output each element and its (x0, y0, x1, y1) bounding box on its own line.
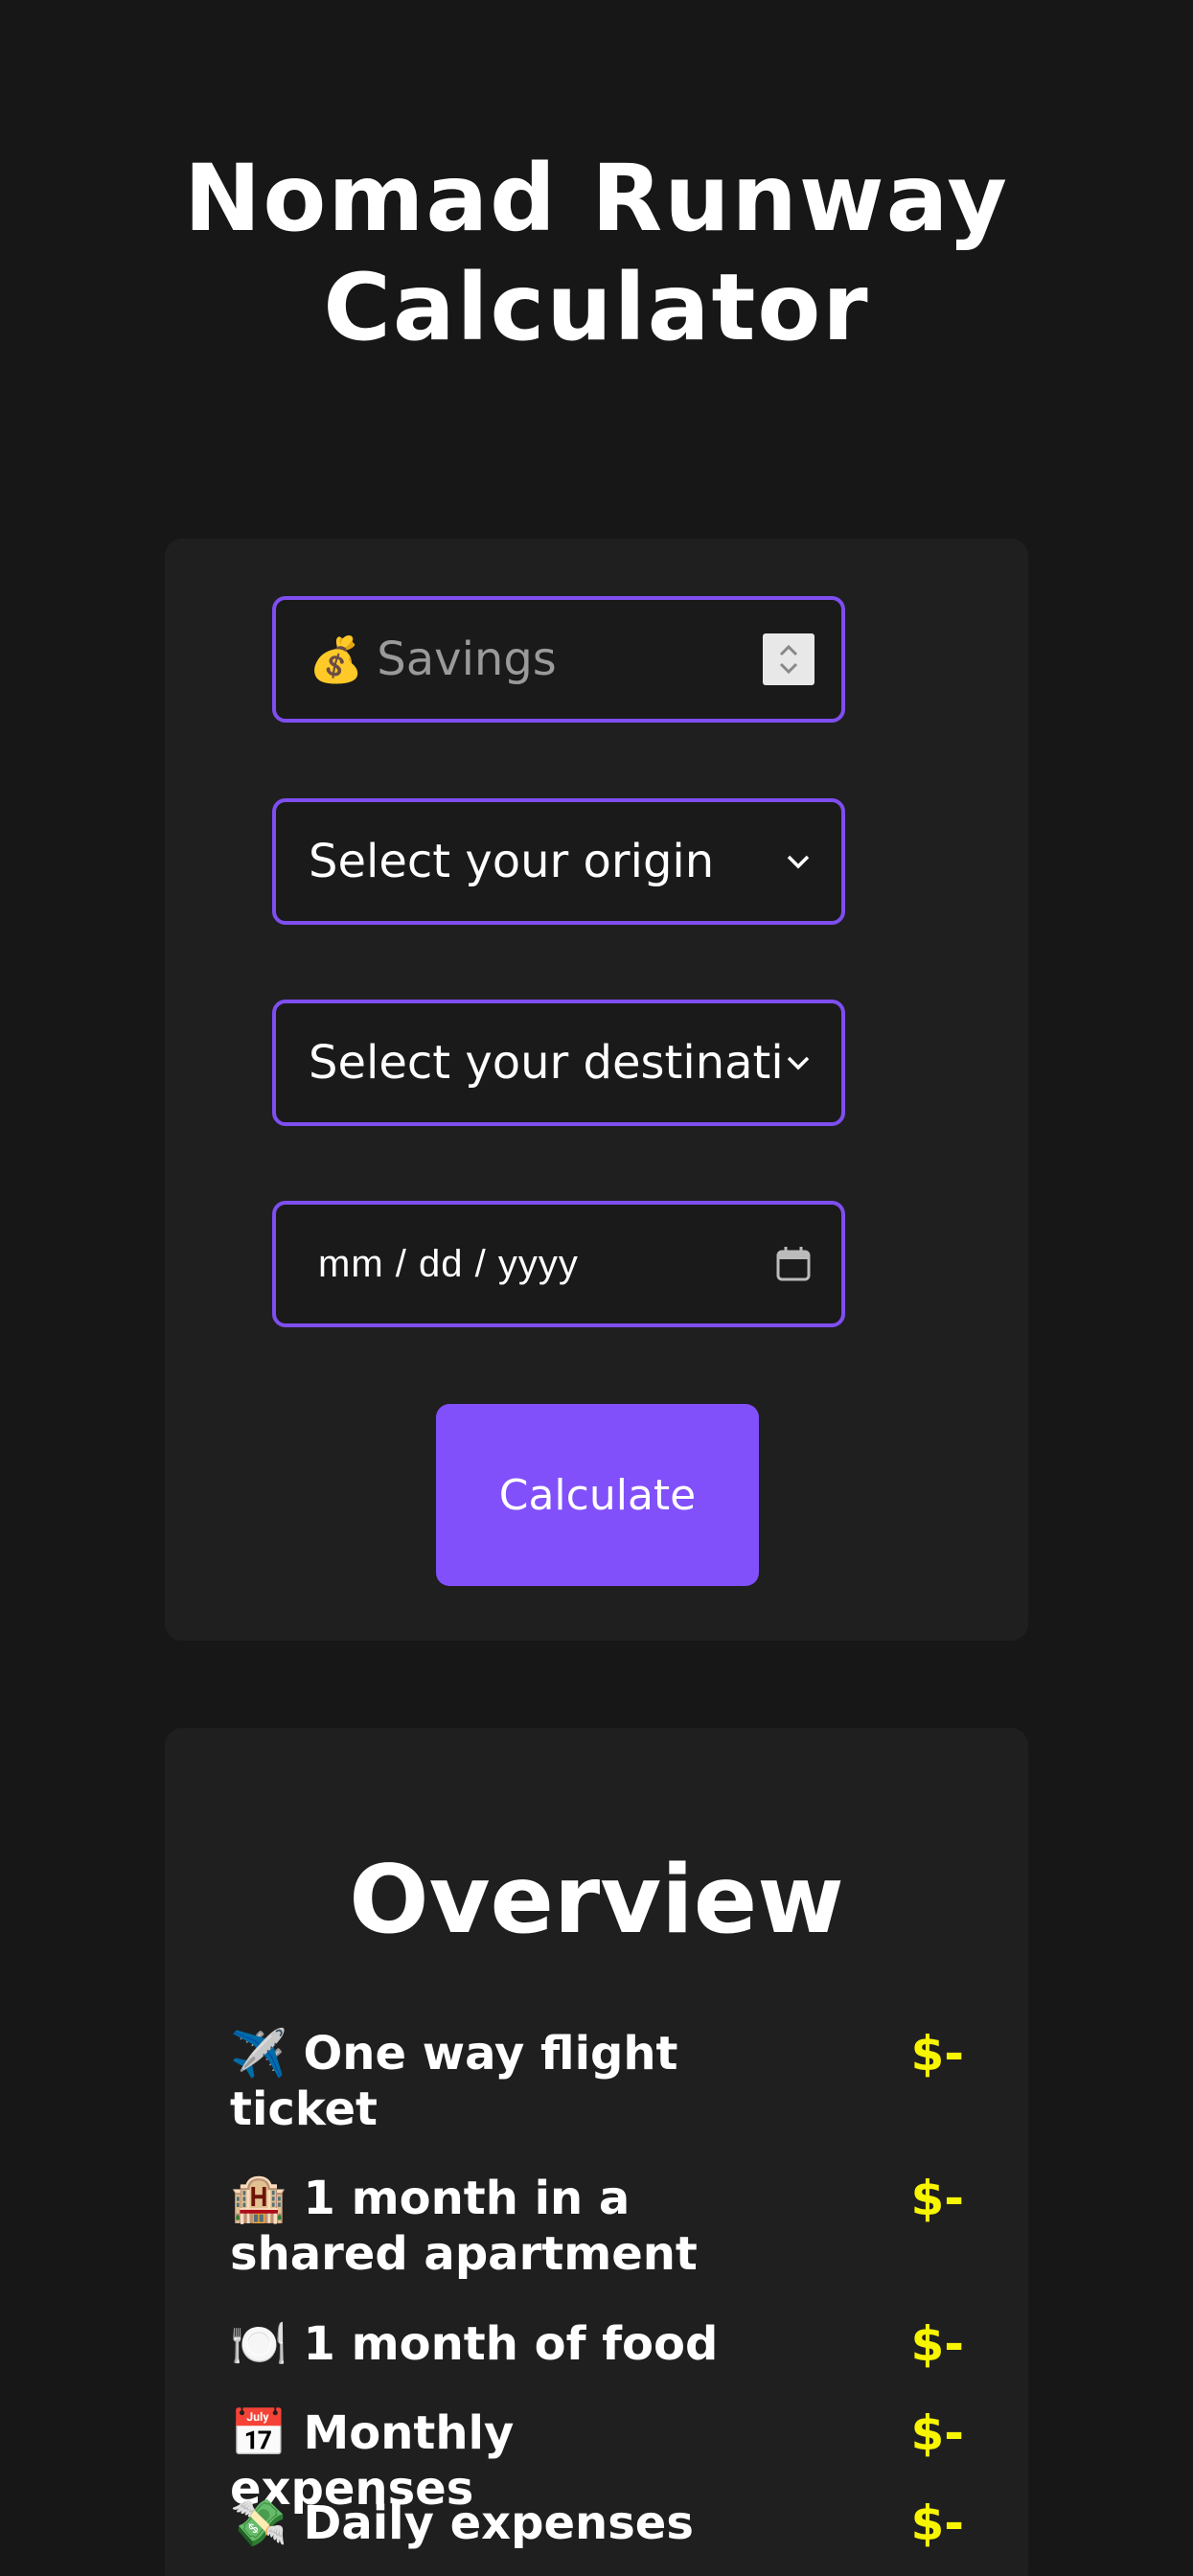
origin-select[interactable]: Select your origin (272, 798, 845, 925)
destination-select[interactable]: Select your destination (272, 1000, 845, 1126)
overview-label: One way flight ticket (230, 2027, 678, 2136)
page-title: Nomad Runway Calculator (184, 145, 1009, 361)
calculate-button[interactable]: Calculate (436, 1404, 759, 1586)
overview-label: 1 month of food (303, 2317, 719, 2371)
date-input[interactable]: mm / dd / yyyy (272, 1201, 845, 1327)
overview-row-apartment: 🏨 1 month in a shared apartment $- (230, 2171, 964, 2282)
calendar-icon: 📅 (230, 2406, 287, 2460)
chevron-down-icon (782, 1046, 814, 1079)
overview-value: $- (910, 2405, 964, 2461)
origin-select-value: Select your origin (309, 835, 715, 888)
overview-value: $- (910, 2316, 964, 2372)
overview-label: Daily expenses (303, 2496, 694, 2550)
savings-input[interactable]: 💰 Savings (272, 596, 845, 723)
overview-row-flight: ✈️ One way flight ticket $- (230, 2026, 964, 2137)
savings-placeholder: Savings (377, 632, 557, 686)
calendar-icon[interactable] (772, 1243, 814, 1285)
number-spinner-icon[interactable] (763, 633, 814, 685)
airplane-icon: ✈️ (230, 2027, 287, 2081)
money-wings-icon: 💸 (230, 2496, 287, 2550)
overview-card: Overview ✈️ One way flight ticket $- 🏨 1… (165, 1728, 1028, 2576)
overview-value: $- (910, 2026, 964, 2082)
hotel-icon: 🏨 (230, 2172, 287, 2225)
page: Nomad Runway Calculator 💰 Savings Select… (0, 0, 1193, 2576)
overview-label: 1 month in a shared apartment (230, 2172, 698, 2281)
plate-cutlery-icon: 🍽️ (230, 2317, 287, 2371)
overview-row-food: 🍽️ 1 month of food $- (230, 2316, 964, 2372)
overview-title: Overview (349, 1846, 844, 1955)
overview-value: $- (910, 2496, 964, 2551)
chevron-down-icon (782, 845, 814, 878)
overview-value: $- (910, 2171, 964, 2226)
calculator-form-card: 💰 Savings Select your origin Select your… (165, 539, 1028, 1641)
destination-select-value: Select your destination (309, 1036, 782, 1090)
money-bag-icon: 💰 (309, 633, 364, 685)
overview-row-daily: 💸 Daily expenses $- (230, 2496, 964, 2551)
date-placeholder: mm / dd / yyyy (318, 1242, 579, 1285)
